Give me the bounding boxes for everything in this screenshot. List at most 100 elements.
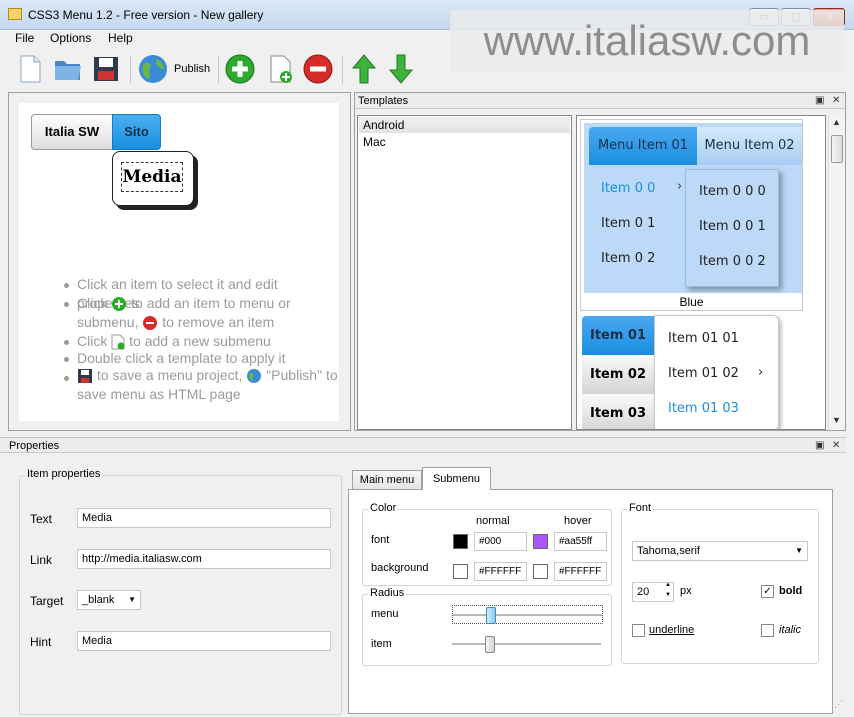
add-submenu-icon [111,334,125,350]
move-down-icon[interactable] [385,53,417,85]
remove-item-icon [143,316,158,331]
add-item-icon[interactable] [224,53,256,85]
tab-main-menu[interactable]: Main menu [352,470,422,489]
blue-subsub-item: Item 0 0 1 [699,219,766,234]
font-normal-field[interactable]: #000 [474,532,527,551]
menu-radius-label: menu [371,608,399,620]
template-item-android[interactable]: Android [359,117,570,133]
hint-remove: submenu, to remove an item [77,314,275,331]
underline-checkbox[interactable] [632,624,645,637]
font-hover-swatch[interactable] [533,534,548,549]
globe-icon [139,55,167,83]
template-blue-preview: Menu Item 01 Menu Item 02 Item 0 0 › Ite… [584,123,802,293]
text-label: Text [30,512,53,526]
hint-add: Click to add an item to menu or [77,295,291,312]
float-icon[interactable]: ▣ [815,438,824,454]
item-radius-slider[interactable] [452,635,603,654]
bg-normal-swatch[interactable] [453,564,468,579]
bg-normal-field[interactable]: #FFFFFF [474,562,527,581]
remove-item-icon[interactable] [302,53,334,85]
chevron-down-icon: ▼ [128,595,136,604]
menu-file[interactable]: File [15,31,34,45]
blue-subsub-item: Item 0 0 0 [699,184,766,199]
radius-title: Radius [368,587,407,599]
underline-label: underline [649,624,695,636]
vertical-sub-item: Item 01 01 [668,331,739,346]
templates-title: Templates ▣ ✕ [355,93,845,109]
menu-item-italia-sw[interactable]: Italia SW [31,114,113,150]
add-item-icon [112,297,127,312]
save-icon[interactable] [90,53,122,85]
new-file-icon[interactable] [14,53,46,85]
item-properties-title: Item properties [25,468,103,480]
blue-subsub-menu: Item 0 0 0 Item 0 0 1 Item 0 0 2 [685,169,779,287]
move-up-icon[interactable] [348,53,380,85]
hint-save: to save a menu project, "Publish" to [77,366,339,385]
vertical-submenu: Item 01 01 Item 01 02 › Item 01 03 [654,315,779,429]
slider-handle[interactable] [485,636,495,653]
target-select[interactable]: _blank ▼ [77,590,141,610]
chevron-down-icon: ▼ [795,546,803,555]
bullet [64,340,69,345]
template-item-mac[interactable]: Mac [363,134,386,150]
vertical-item-03: Item 03 [582,394,654,429]
menu-help[interactable]: Help [108,31,133,45]
template-gallery: Menu Item 01 Menu Item 02 Item 0 0 › Ite… [576,115,826,430]
vertical-sub-item: Item 01 03 [668,401,739,416]
resize-grip-icon[interactable]: ⋰ [834,699,844,709]
target-label: Target [30,594,64,608]
font-hover-field[interactable]: #aa55ff [554,532,607,551]
font-size-value: 20 [637,586,650,598]
bold-checkbox[interactable]: ✓ [761,585,774,598]
italic-checkbox[interactable] [761,624,774,637]
link-field[interactable]: http://media.italiasw.com [77,549,331,569]
item-radius-label: item [371,638,392,650]
properties-title: Properties ▣ ✕ [0,437,846,453]
stepper-arrows-icon[interactable]: ▲ ▼ [665,583,671,600]
save-icon [78,369,92,384]
close-panel-icon[interactable]: ✕ [832,93,840,109]
template-scrollbar[interactable]: ▲ ▼ [828,115,845,430]
template-blue[interactable]: Menu Item 01 Menu Item 02 Item 0 0 › Ite… [580,119,803,311]
scroll-up-icon[interactable]: ▲ [832,117,841,127]
bg-hover-field[interactable]: #FFFFFF [554,562,607,581]
publish-button[interactable]: Publish [137,53,213,85]
text-field[interactable]: Media [77,508,331,528]
normal-label: normal [476,515,510,527]
background-label: background [371,562,429,574]
slider-handle[interactable] [486,607,496,624]
vertical-item-02: Item 02 [582,355,654,394]
watermark: www.italiasw.com [450,10,844,72]
hint-label: Hint [30,635,52,649]
font-title: Font [627,502,654,514]
font-family-select[interactable]: Tahoma,serif ▼ [632,541,808,561]
add-submenu-icon[interactable] [264,53,296,85]
hint-field[interactable]: Media [77,631,331,651]
toolbar-separator [130,56,131,84]
menu-options[interactable]: Options [50,31,91,45]
float-icon[interactable]: ▣ [815,93,824,109]
tab-submenu[interactable]: Submenu [422,467,491,490]
bullet [64,357,69,362]
preview-canvas: Italia SW Sito Media Click an item to se… [19,103,339,421]
font-family-value: Tahoma,serif [637,545,700,557]
menu-radius-slider[interactable] [452,605,603,624]
chevron-right-icon: › [677,179,683,194]
blue-sub-item: Item 0 0 [601,181,656,196]
blue-sub-item: Item 0 2 [601,251,656,266]
bg-hover-swatch[interactable] [533,564,548,579]
menu-item-sito[interactable]: Sito [112,114,161,150]
open-folder-icon[interactable] [52,53,84,85]
close-panel-icon[interactable]: ✕ [832,438,840,454]
scroll-thumb[interactable] [831,135,843,163]
blue-sub-item: Item 0 1 [601,216,656,231]
template-vertical[interactable]: Item 01 Item 02 Item 03 Item 01 01 Item … [580,315,780,429]
media-label: Media [121,162,183,192]
font-size-stepper[interactable]: 20 ▲ ▼ [632,582,674,602]
bullet [64,283,69,288]
tab-content: Color normal hover font #000 #aa55ff bac… [348,489,833,714]
scroll-down-icon[interactable]: ▼ [832,415,841,425]
font-normal-swatch[interactable] [453,534,468,549]
submenu-item-media[interactable]: Media [112,151,194,206]
templates-panel: Templates ▣ ✕ Android Mac Menu Item 01 M… [354,92,846,431]
